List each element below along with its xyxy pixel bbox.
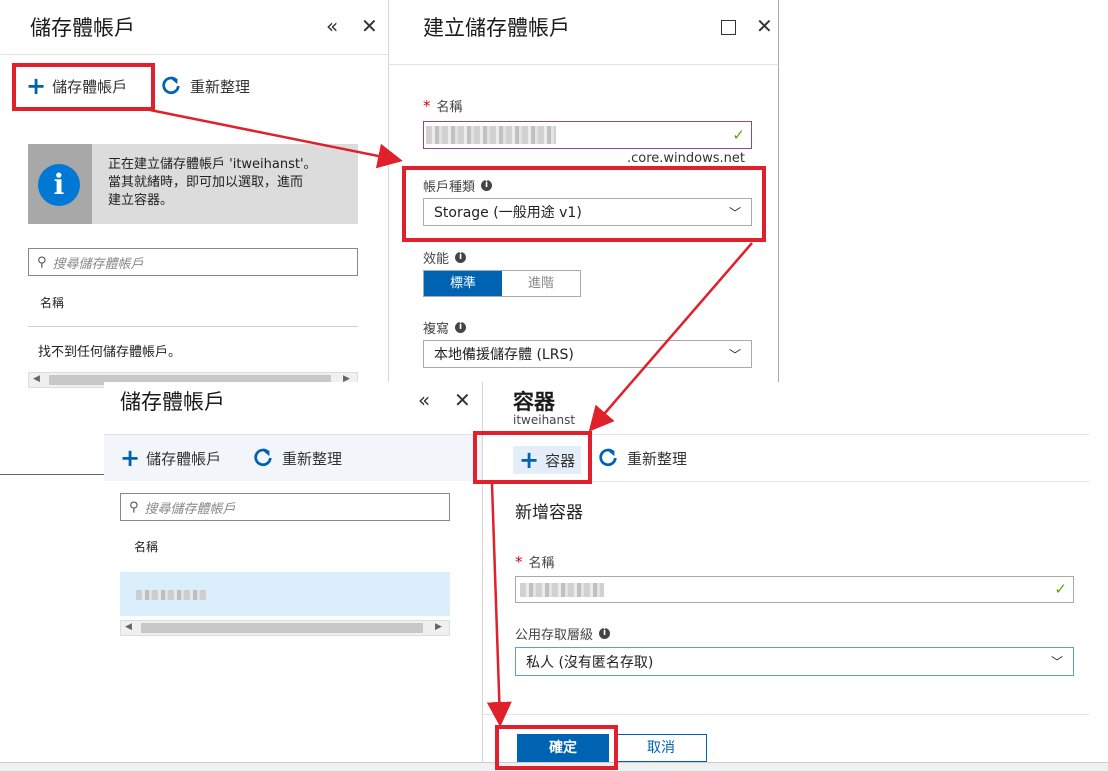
annotation-arrows	[149, 108, 753, 727]
arrow-to-container-toolbar	[588, 242, 753, 432]
arrow-to-create-blade	[149, 108, 403, 169]
arrow-to-ok-button	[486, 483, 512, 727]
